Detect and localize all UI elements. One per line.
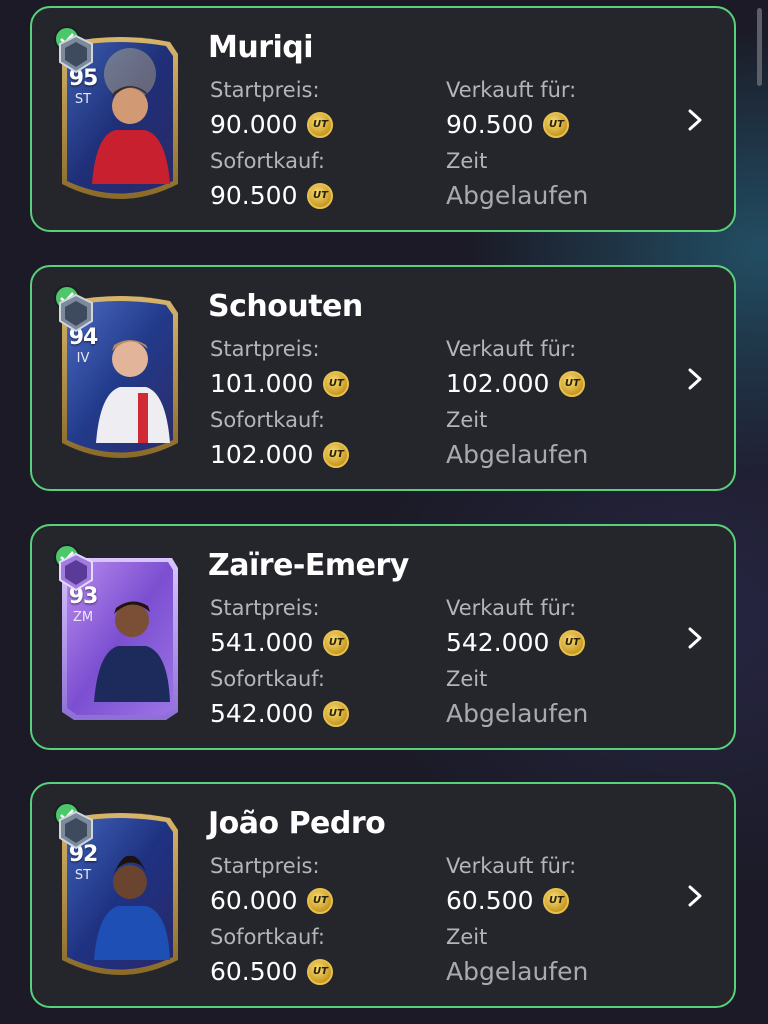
sold-for-label: Verkauft für: xyxy=(446,337,577,361)
time-value: Abgelaufen xyxy=(446,440,589,469)
player-card: 95 ST xyxy=(54,26,184,210)
sold-for-amount: 60.500 xyxy=(446,886,534,915)
sold-for-amount: 102.000 xyxy=(446,369,550,398)
start-price-label: Startpreis: xyxy=(210,78,320,102)
ut-coin-icon xyxy=(559,629,586,656)
start-price-value: 90.000 xyxy=(210,110,334,139)
start-price-amount: 90.000 xyxy=(210,110,298,139)
sold-for-label: Verkauft für: xyxy=(446,854,577,878)
chevron-right-icon[interactable] xyxy=(684,626,706,650)
player-name: Muriqi xyxy=(208,30,314,65)
ut-coin-icon xyxy=(307,887,334,914)
time-value: Abgelaufen xyxy=(446,181,589,210)
ut-coin-icon xyxy=(307,958,334,985)
buy-now-label: Sofortkauf: xyxy=(210,149,325,173)
transfer-listing[interactable]: 95 ST Muriqi Startpreis: Verkauft für: 9… xyxy=(30,6,736,232)
card-position: ST xyxy=(74,868,92,883)
start-price-amount: 101.000 xyxy=(210,369,314,398)
transfer-listing[interactable]: 93 ZM Zaïre-Emery Startpreis: Verkauft f… xyxy=(30,524,736,750)
start-price-amount: 541.000 xyxy=(210,628,314,657)
sold-for-label: Verkauft für: xyxy=(446,596,577,620)
start-price-amount: 60.000 xyxy=(210,886,298,915)
card-position: ST xyxy=(74,92,92,107)
start-price-value: 541.000 xyxy=(210,628,350,657)
ut-coin-icon xyxy=(559,370,586,397)
chevron-right-icon[interactable] xyxy=(684,108,706,132)
sold-for-value: 102.000 xyxy=(446,369,586,398)
card-position: IV xyxy=(76,351,90,366)
player-name: Schouten xyxy=(208,289,363,324)
time-label: Zeit xyxy=(446,667,488,691)
playstyle-badge-icon xyxy=(59,34,93,74)
transfer-listing[interactable]: 94 IV Schouten Startpreis: Verkauft für:… xyxy=(30,265,736,491)
scrollbar[interactable] xyxy=(757,8,762,86)
buy-now-amount: 102.000 xyxy=(210,440,314,469)
buy-now-value: 60.500 xyxy=(210,957,334,986)
ut-coin-icon xyxy=(323,370,350,397)
ut-coin-icon xyxy=(323,629,350,656)
ut-coin-icon xyxy=(323,441,350,468)
buy-now-label: Sofortkauf: xyxy=(210,925,325,949)
sold-for-amount: 542.000 xyxy=(446,628,550,657)
playstyle-badge-icon xyxy=(59,552,93,592)
buy-now-amount: 60.500 xyxy=(210,957,298,986)
start-price-label: Startpreis: xyxy=(210,337,320,361)
buy-now-value: 90.500 xyxy=(210,181,334,210)
card-position: ZM xyxy=(72,610,94,625)
start-price-label: Startpreis: xyxy=(210,596,320,620)
start-price-value: 101.000 xyxy=(210,369,350,398)
player-card: 94 IV xyxy=(54,285,184,469)
sold-for-value: 90.500 xyxy=(446,110,570,139)
time-label: Zeit xyxy=(446,408,488,432)
playstyle-badge-icon xyxy=(59,293,93,333)
sold-for-label: Verkauft für: xyxy=(446,78,577,102)
buy-now-label: Sofortkauf: xyxy=(210,408,325,432)
ut-coin-icon xyxy=(543,111,570,138)
player-card: 92 ST xyxy=(54,802,184,986)
time-value: Abgelaufen xyxy=(446,957,589,986)
chevron-right-icon[interactable] xyxy=(684,884,706,908)
player-name: João Pedro xyxy=(208,806,386,841)
sold-for-amount: 90.500 xyxy=(446,110,534,139)
time-label: Zeit xyxy=(446,149,488,173)
buy-now-amount: 90.500 xyxy=(210,181,298,210)
player-name: Zaïre-Emery xyxy=(208,548,409,583)
buy-now-amount: 542.000 xyxy=(210,699,314,728)
buy-now-label: Sofortkauf: xyxy=(210,667,325,691)
start-price-value: 60.000 xyxy=(210,886,334,915)
player-card: 93 ZM xyxy=(54,544,184,728)
playstyle-badge-icon xyxy=(59,810,93,850)
sold-for-value: 60.500 xyxy=(446,886,570,915)
ut-coin-icon xyxy=(307,111,334,138)
ut-coin-icon xyxy=(323,700,350,727)
buy-now-value: 102.000 xyxy=(210,440,350,469)
time-label: Zeit xyxy=(446,925,488,949)
buy-now-value: 542.000 xyxy=(210,699,350,728)
ut-coin-icon xyxy=(307,182,334,209)
time-value: Abgelaufen xyxy=(446,699,589,728)
sold-for-value: 542.000 xyxy=(446,628,586,657)
start-price-label: Startpreis: xyxy=(210,854,320,878)
transfer-listing[interactable]: 92 ST João Pedro Startpreis: Verkauft fü… xyxy=(30,782,736,1008)
chevron-right-icon[interactable] xyxy=(684,367,706,391)
ut-coin-icon xyxy=(543,887,570,914)
